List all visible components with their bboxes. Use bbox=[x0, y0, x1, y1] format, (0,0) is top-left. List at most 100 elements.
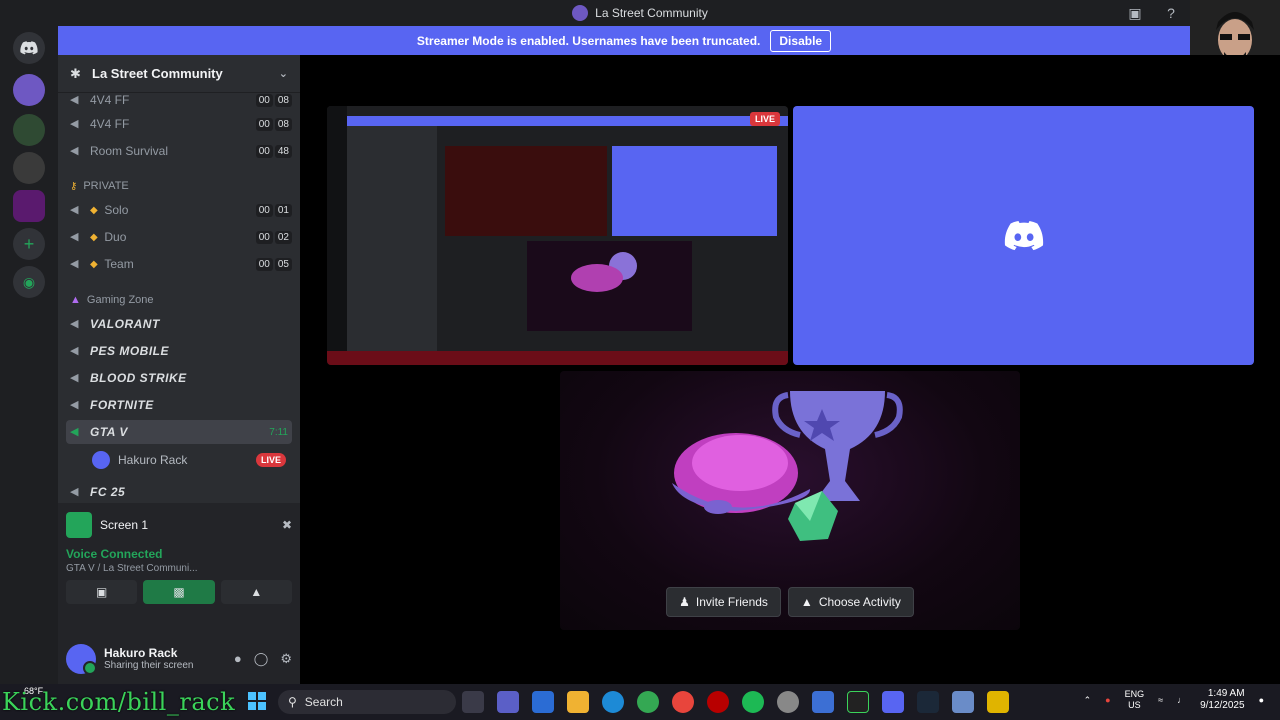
add-server-icon[interactable]: + bbox=[13, 228, 45, 260]
voice-channel[interactable]: ◀ ◆ Team 00 05 bbox=[66, 252, 292, 276]
terminal-icon[interactable] bbox=[847, 691, 869, 713]
steam-icon[interactable] bbox=[917, 691, 939, 713]
spotify-icon[interactable] bbox=[742, 691, 764, 713]
search-icon: ⚲ bbox=[288, 695, 297, 709]
notification-bell-icon[interactable]: ● bbox=[1259, 695, 1264, 705]
server-name: La Street Community bbox=[92, 66, 223, 81]
screen-share-row[interactable]: Screen 1 ✖ bbox=[58, 503, 300, 547]
explore-icon[interactable]: ◉ bbox=[13, 266, 45, 298]
title-bar: La Street Community ▣ ? bbox=[0, 0, 1280, 26]
server-header[interactable]: ✱ La Street Community ⌄ bbox=[58, 55, 300, 93]
speaker-icon: ◀ bbox=[70, 426, 79, 438]
obs-icon[interactable] bbox=[777, 691, 799, 713]
voice-channel-fc25[interactable]: ◀ FC 25 bbox=[66, 480, 292, 503]
live-badge: LIVE bbox=[255, 453, 286, 467]
gear-icon[interactable]: ⚙ bbox=[280, 651, 292, 667]
activity-tile: ♟ Invite Friends ▲ Choose Activity bbox=[560, 371, 1020, 630]
stream-preview-image bbox=[327, 106, 788, 365]
streamer-mode-banner: Streamer Mode is enabled. Usernames have… bbox=[58, 26, 1190, 55]
gamepad-icon: ▲ bbox=[800, 595, 813, 609]
voice-stage: LIVE ♟ Invite Friends ▲ Choose Activity bbox=[300, 55, 1280, 684]
microphone-icon[interactable]: ● bbox=[1105, 695, 1110, 705]
windows-start-icon[interactable] bbox=[248, 692, 266, 710]
chrome-profile-icon[interactable] bbox=[672, 691, 694, 713]
chrome-icon[interactable] bbox=[637, 691, 659, 713]
category-gaming-zone[interactable]: ▲ Gaming Zone bbox=[70, 294, 154, 306]
voice-channel[interactable]: ◀ ◆ Solo 00 01 bbox=[66, 198, 292, 222]
server-3-icon[interactable] bbox=[13, 152, 45, 184]
clock[interactable]: 1:49 AM 9/12/2025 bbox=[1200, 688, 1245, 712]
stream-tile[interactable]: LIVE bbox=[327, 106, 788, 365]
key-icon: ⚷ bbox=[70, 180, 78, 192]
stop-stream-icon[interactable]: ✖ bbox=[282, 518, 292, 532]
server-la-street-icon[interactable] bbox=[13, 74, 45, 106]
wifi-icon[interactable]: ≈ bbox=[1158, 695, 1163, 705]
camera-off-button[interactable]: ▣ bbox=[66, 580, 138, 604]
inbox-icon[interactable]: ▣ bbox=[1126, 4, 1144, 22]
help-icon[interactable]: ? bbox=[1162, 4, 1180, 22]
opera-icon[interactable] bbox=[707, 691, 729, 713]
voice-channel-blood-strike[interactable]: ◀ BLOOD STRIKE bbox=[66, 366, 292, 390]
voice-channel-valorant[interactable]: ◀ VALORANT bbox=[66, 312, 292, 336]
gamepad-icon: ▲ bbox=[70, 294, 81, 306]
call-timer: 7:11 bbox=[269, 426, 288, 438]
avatar bbox=[92, 451, 110, 469]
speaker-icon: ◀ bbox=[70, 118, 79, 130]
voice-channel-gta-v[interactable]: ◀ GTA V 7:11 bbox=[66, 420, 292, 444]
choose-activity-button[interactable]: ▲ Choose Activity bbox=[787, 587, 914, 617]
task-view-icon[interactable] bbox=[462, 691, 484, 713]
language-indicator[interactable]: ENG US bbox=[1125, 689, 1145, 711]
activity-button[interactable]: ▲ bbox=[220, 580, 292, 604]
edge-icon[interactable] bbox=[602, 691, 624, 713]
remote-desktop-icon[interactable] bbox=[812, 691, 834, 713]
window-title: La Street Community bbox=[595, 6, 708, 20]
voice-channel-pes[interactable]: ◀ PES MOBILE bbox=[66, 339, 292, 363]
avatar[interactable] bbox=[66, 643, 97, 675]
headphones-icon[interactable]: ◯ bbox=[254, 651, 269, 667]
discord-placeholder-tile[interactable] bbox=[793, 106, 1254, 365]
discord-logo-icon bbox=[1004, 220, 1043, 250]
speaker-icon: ◀ bbox=[70, 94, 79, 106]
screen-share-button[interactable]: ▩ bbox=[143, 580, 215, 604]
store-icon[interactable] bbox=[532, 691, 554, 713]
voice-channel[interactable]: ◀ Room Survival 00 48 bbox=[66, 139, 292, 163]
pinned-apps bbox=[462, 691, 1009, 713]
lock-icon: ◆ bbox=[90, 204, 98, 216]
chevron-up-icon[interactable]: ⌃ bbox=[1084, 695, 1092, 706]
volume-icon[interactable]: ♩ bbox=[1177, 695, 1186, 705]
voice-user[interactable]: Hakuro Rack LIVE bbox=[92, 449, 292, 471]
server-rail: + ◉ bbox=[0, 26, 58, 684]
speaker-icon: ◀ bbox=[70, 372, 79, 384]
speaker-icon: ◀ bbox=[70, 486, 79, 498]
speaker-icon: ◀ bbox=[70, 231, 79, 243]
trophy-turtle-illustration bbox=[672, 391, 903, 541]
live-badge: LIVE bbox=[749, 112, 780, 126]
voice-channel[interactable]: ◀ 4V4 FF 00 08 bbox=[66, 112, 292, 136]
voice-channel[interactable]: ◀ ◆ Duo 00 02 bbox=[66, 225, 292, 249]
channel-list: ◀ 4V4 FF 00 08 ◀ 4V4 FF 00 08 ◀ Room Sur… bbox=[58, 93, 300, 503]
stream-panel: Screen 1 ✖ Voice Connected GTA V / La St… bbox=[58, 503, 300, 633]
taskbar-search[interactable]: ⚲ Search bbox=[278, 690, 456, 714]
voice-channel[interactable]: ◀ 4V4 FF 00 08 bbox=[66, 93, 292, 112]
server-2-icon[interactable] bbox=[13, 114, 45, 146]
category-private[interactable]: ⚷ PRIVATE bbox=[70, 180, 129, 192]
stream-watermark: Kick.com/bill_rack bbox=[2, 688, 236, 716]
app-r-icon[interactable] bbox=[987, 691, 1009, 713]
discord-taskbar-icon[interactable] bbox=[882, 691, 904, 713]
photos-icon[interactable] bbox=[952, 691, 974, 713]
teams-icon[interactable] bbox=[497, 691, 519, 713]
server-icon bbox=[572, 5, 589, 21]
server-badge-icon: ✱ bbox=[70, 65, 81, 81]
lock-icon: ◆ bbox=[90, 258, 98, 270]
system-tray: ⌃ ● ENG US ≈ ♩ 1:49 AM 9/12/2025 ● bbox=[1084, 688, 1264, 712]
file-explorer-icon[interactable] bbox=[567, 691, 589, 713]
voice-channel-fortnite[interactable]: ◀ FORTNITE bbox=[66, 393, 292, 417]
disable-streamer-mode-button[interactable]: Disable bbox=[770, 29, 832, 52]
speaker-icon: ◀ bbox=[70, 318, 79, 330]
add-person-icon: ♟ bbox=[679, 595, 690, 609]
speaker-icon: ◀ bbox=[70, 204, 79, 216]
invite-friends-button[interactable]: ♟ Invite Friends bbox=[666, 587, 781, 617]
discord-home-icon[interactable] bbox=[13, 32, 45, 64]
server-4-icon[interactable] bbox=[13, 190, 45, 222]
microphone-icon[interactable]: ● bbox=[234, 651, 242, 667]
